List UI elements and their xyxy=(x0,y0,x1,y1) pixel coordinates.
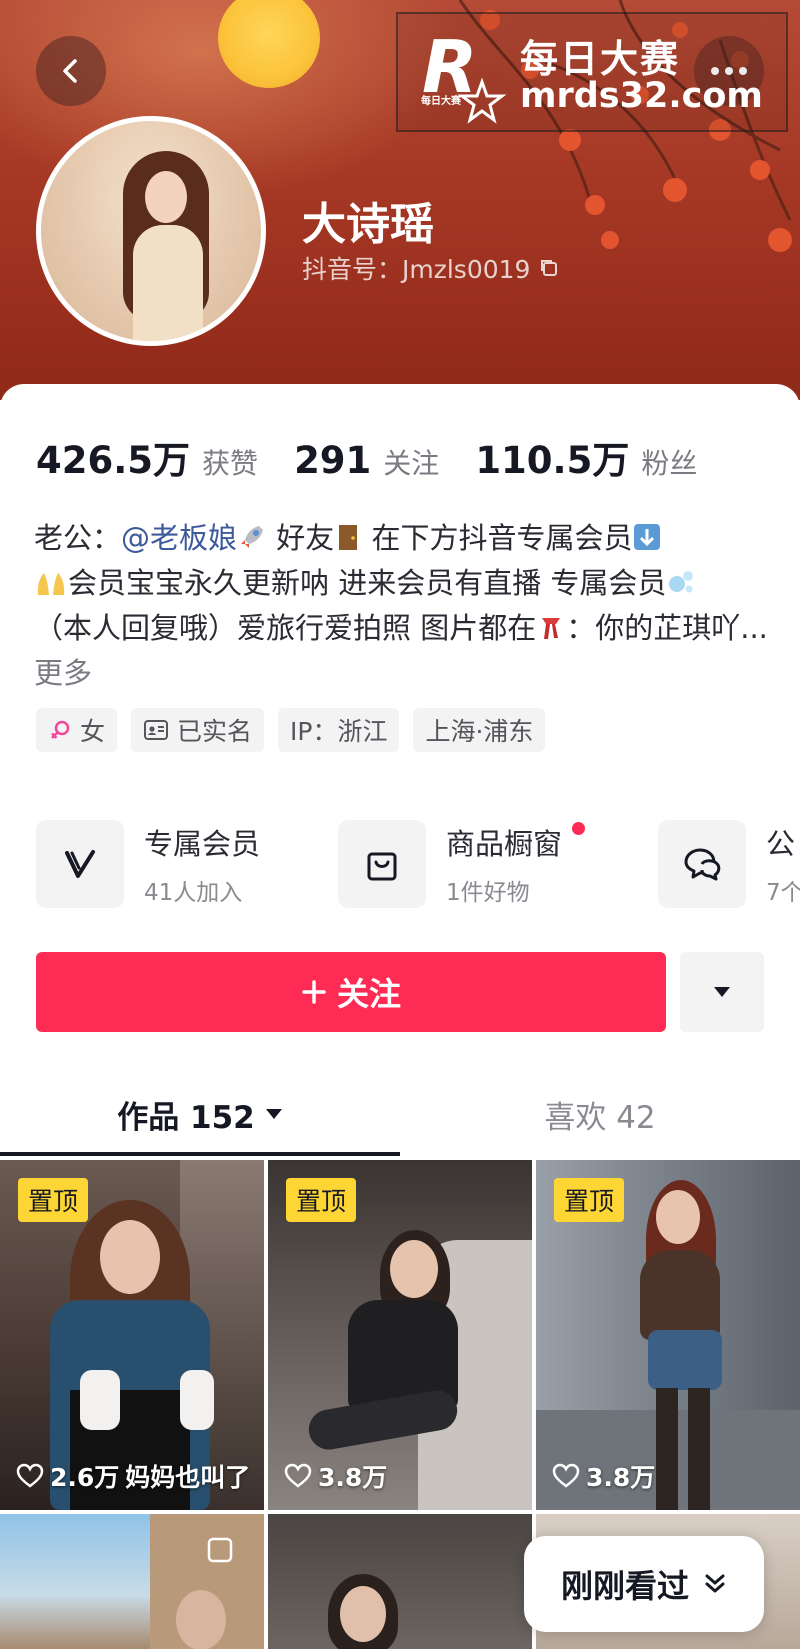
tag-ip: IP：浙江 xyxy=(278,708,400,752)
recently-viewed-label: 刚刚看过 xyxy=(560,1567,689,1605)
scarf-icon xyxy=(542,618,561,639)
pinned-badge: 置顶 xyxy=(286,1178,357,1222)
raising-hands-icon xyxy=(37,573,65,595)
chevron-left-icon xyxy=(63,59,77,83)
caret-down-icon xyxy=(265,1109,282,1119)
profile-bio[interactable]: 老公：@老板娘 好友 在下方抖音专属会员 会员宝宝永久更新呐 进来会员有直播 专… xyxy=(34,516,774,696)
heart-icon xyxy=(552,1463,580,1488)
bubbles-icon xyxy=(669,571,694,593)
bio-more-link[interactable]: 更多 xyxy=(34,656,92,690)
profile-header-cover: R 每日大赛 每日大赛 mrds32.com 大诗瑶 抖音号：Jmzls0019 xyxy=(0,0,800,400)
likes-count: 2.6万 xyxy=(50,1463,120,1492)
service-group-chat[interactable]: 公 7个 xyxy=(658,818,800,910)
content-tabs: 作品 152 喜欢 42 xyxy=(0,1076,800,1156)
recommend-dropdown-button[interactable] xyxy=(680,952,764,1032)
profile-stats: 426.5万 获赞 291 关注 110.5万 粉丝 xyxy=(36,430,733,484)
video-likes: 3.8万 xyxy=(284,1458,387,1494)
tag-gender: 女 xyxy=(36,708,118,752)
female-icon xyxy=(51,720,70,739)
stat-following[interactable]: 291 关注 xyxy=(294,439,439,482)
service-subtitle: 41人加入 xyxy=(144,880,243,906)
likes-count: 3.8万 xyxy=(586,1463,656,1492)
watermark-url: mrds32.com xyxy=(520,76,763,116)
tab-works[interactable]: 作品 152 xyxy=(0,1076,400,1152)
back-button[interactable] xyxy=(36,36,106,106)
video-thumbnail[interactable]: 置顶 3.8万 xyxy=(268,1160,532,1510)
service-title: 公 xyxy=(766,827,796,861)
stat-likes[interactable]: 426.5万 获赞 xyxy=(36,430,258,484)
watermark-title: 每日大赛 xyxy=(520,37,681,81)
stat-value: 291 xyxy=(294,439,372,482)
likes-count: 3.8万 xyxy=(318,1463,388,1492)
pinned-badge: 置顶 xyxy=(18,1178,89,1222)
avatar[interactable] xyxy=(36,116,266,346)
service-entries: 专属会员 41人加入 商品橱窗 1件好物 公 7个 xyxy=(36,818,800,910)
vip-v-icon xyxy=(65,850,95,878)
arrow-down-icon xyxy=(634,524,661,550)
door-icon xyxy=(339,525,358,550)
douyin-id-text: 抖音号：Jmzls0019 xyxy=(302,255,531,284)
video-caption: 妈妈也叫了 xyxy=(125,1463,251,1492)
video-thumbnail[interactable] xyxy=(268,1514,532,1649)
douyin-id[interactable]: 抖音号：Jmzls0019 xyxy=(302,250,560,286)
plus-icon xyxy=(302,980,326,1004)
bio-text: 在下方抖音专属会员 xyxy=(362,521,633,555)
service-shop-window[interactable]: 商品橱窗 1件好物 xyxy=(338,818,585,910)
site-watermark: R 每日大赛 每日大赛 mrds32.com xyxy=(396,12,788,132)
follow-button[interactable]: 关注 xyxy=(36,952,666,1032)
tag-label: 女 xyxy=(80,717,106,746)
tag-location: 上海·浦东 xyxy=(413,708,546,752)
notification-dot xyxy=(572,822,585,835)
bio-text: 好友 xyxy=(267,521,335,555)
bio-text: 老公： xyxy=(34,521,122,555)
video-thumbnail[interactable] xyxy=(0,1514,264,1649)
service-subtitle: 7个 xyxy=(766,880,800,906)
video-likes: 2.6万 妈妈也叫了 xyxy=(16,1458,250,1494)
tab-likes[interactable]: 喜欢 42 xyxy=(400,1076,800,1152)
tab-label: 喜欢 42 xyxy=(544,1099,656,1136)
copy-icon[interactable] xyxy=(538,257,560,279)
chat-bubble-icon xyxy=(684,848,721,881)
video-thumbnail[interactable]: 置顶 2.6万 妈妈也叫了 xyxy=(0,1160,264,1510)
stat-label: 粉丝 xyxy=(641,447,698,480)
stat-value: 110.5万 xyxy=(475,439,630,482)
watermark-logo: R xyxy=(422,25,507,124)
stat-label: 获赞 xyxy=(202,447,259,480)
watermark-logo-sub: 每日大赛 xyxy=(421,96,461,107)
tag-label: 上海·浦东 xyxy=(425,717,534,746)
bio-text: （本人回复哦）爱旅行爱拍照 图片都在 xyxy=(34,611,537,645)
recently-viewed-button[interactable]: 刚刚看过 xyxy=(524,1536,764,1632)
tag-label: IP：浙江 xyxy=(290,717,388,746)
heart-icon xyxy=(16,1463,44,1488)
stat-value: 426.5万 xyxy=(36,439,191,482)
video-thumbnail[interactable]: 置顶 3.8万 xyxy=(536,1160,800,1510)
bio-mention-link[interactable]: @老板娘 xyxy=(121,521,237,555)
tab-label: 作品 152 xyxy=(117,1099,255,1136)
tag-verified: 已实名 xyxy=(131,708,265,752)
gallery-icon xyxy=(207,1537,233,1563)
bio-text: 会员宝宝永久更新呐 进来会员有直播 专属会员 xyxy=(68,566,667,600)
stat-label: 关注 xyxy=(383,447,440,480)
rocket-icon xyxy=(241,526,264,548)
bio-text: ：你的芷琪吖... xyxy=(566,611,768,645)
service-subtitle: 1件好物 xyxy=(446,880,530,906)
triangle-down-icon xyxy=(714,987,730,997)
tag-label: 已实名 xyxy=(177,717,253,746)
id-card-icon xyxy=(144,720,169,740)
service-title: 专属会员 xyxy=(144,827,261,861)
service-title: 商品橱窗 xyxy=(446,827,563,861)
stat-followers[interactable]: 110.5万 粉丝 xyxy=(475,430,697,484)
video-likes: 3.8万 xyxy=(552,1458,655,1494)
shopping-bag-icon xyxy=(367,852,397,881)
active-tab-indicator xyxy=(0,1152,400,1156)
double-chevron-down-icon xyxy=(705,1574,725,1593)
profile-tags: 女 已实名 IP：浙江 上海·浦东 xyxy=(36,708,546,752)
follow-label: 关注 xyxy=(336,975,401,1013)
pinned-badge: 置顶 xyxy=(554,1178,625,1222)
service-vip-membership[interactable]: 专属会员 41人加入 xyxy=(36,818,260,910)
profile-name: 大诗瑶 xyxy=(302,199,434,250)
heart-icon xyxy=(284,1463,312,1488)
